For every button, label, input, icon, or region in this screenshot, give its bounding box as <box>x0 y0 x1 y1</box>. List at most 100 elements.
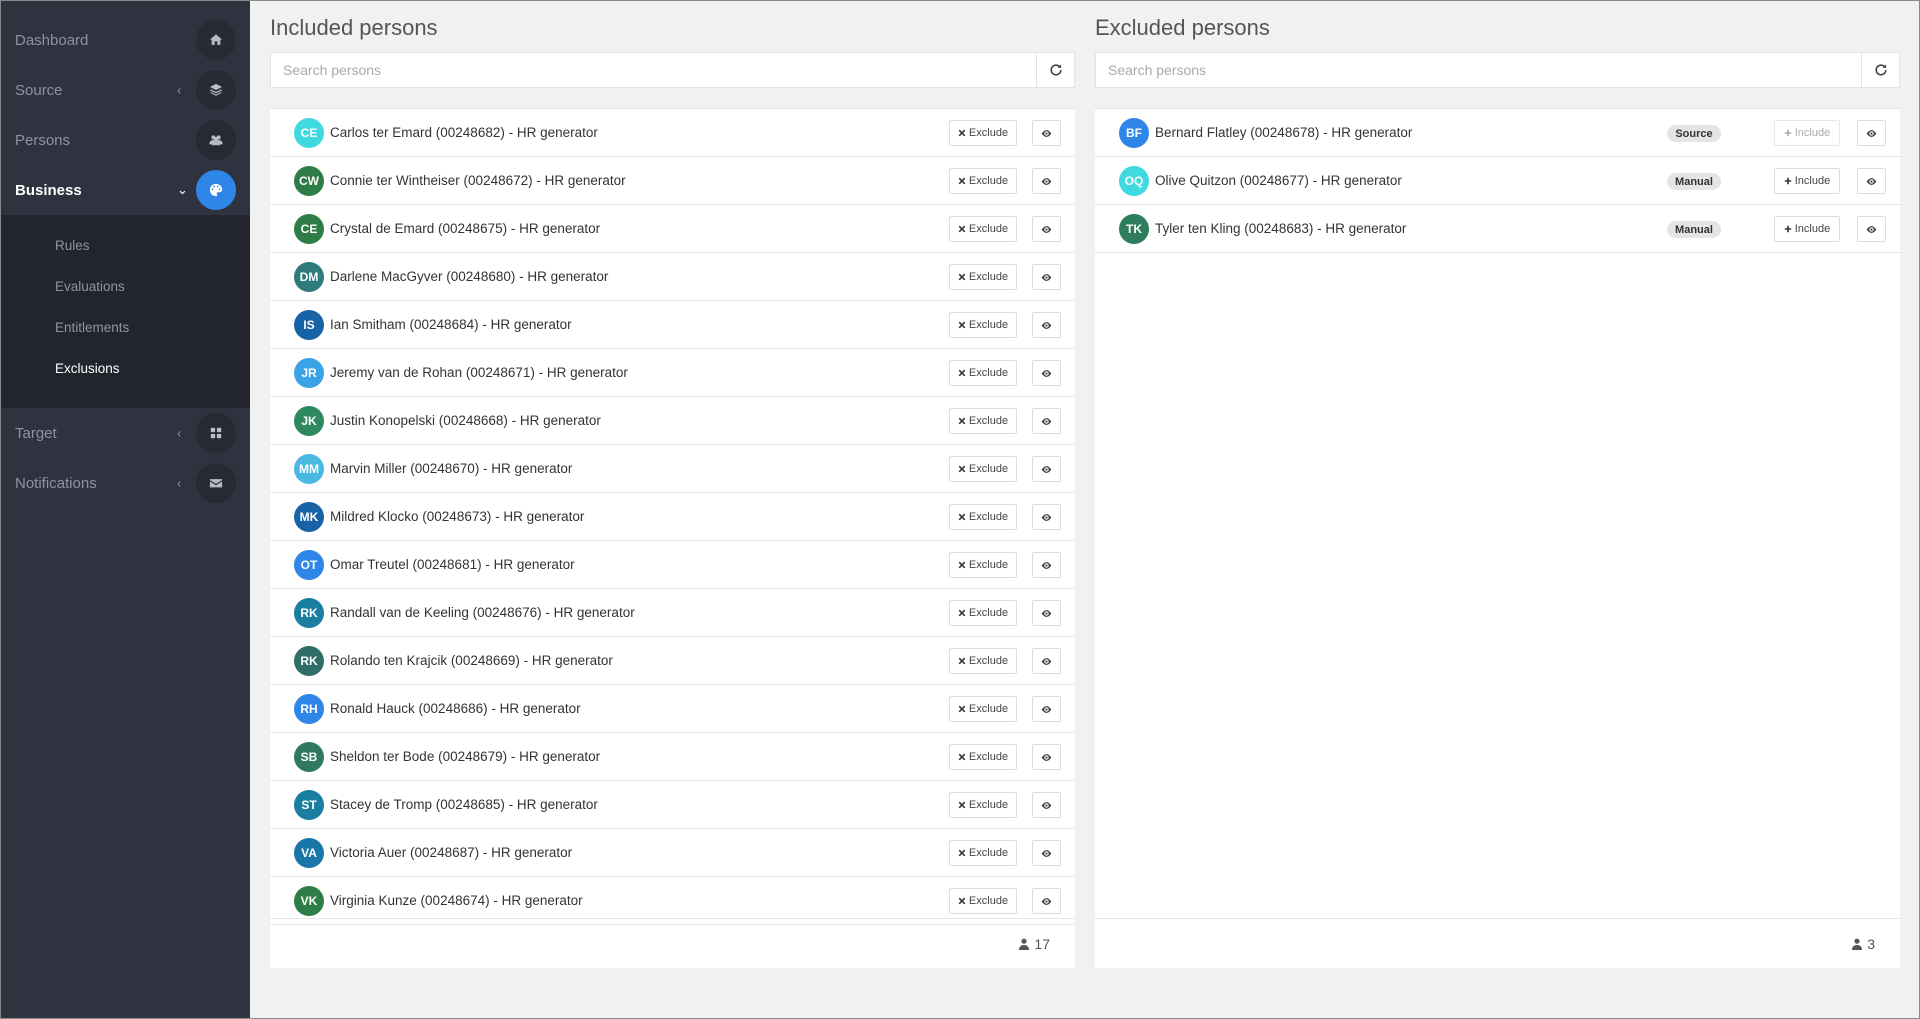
sidebar-item-notifications[interactable]: Notifications ‹ <box>0 458 250 508</box>
view-person-button[interactable] <box>1032 264 1061 290</box>
avatar: CE <box>294 118 324 148</box>
view-person-button[interactable] <box>1032 648 1061 674</box>
include-button[interactable]: Include <box>1774 216 1840 242</box>
view-person-button[interactable] <box>1032 696 1061 722</box>
sidebar-item-business[interactable]: Business ⌄ <box>0 165 250 215</box>
view-person-button[interactable] <box>1032 552 1061 578</box>
exclude-button[interactable]: Exclude <box>949 600 1017 626</box>
exclude-button[interactable]: Exclude <box>949 744 1017 770</box>
exclude-button-label: Exclude <box>968 175 1009 187</box>
avatar: CE <box>294 214 324 244</box>
subnav-item-rules[interactable]: Rules <box>0 225 250 266</box>
avatar: JK <box>294 406 324 436</box>
person-label: Victoria Auer (00248687) - HR generator <box>330 845 573 860</box>
person-label: Sheldon ter Bode (00248679) - HR generat… <box>330 749 601 764</box>
eye-icon <box>1041 705 1052 713</box>
subnav-item-entitlements[interactable]: Entitlements <box>0 307 250 348</box>
eye-icon <box>1041 849 1052 857</box>
exclude-button-label: Exclude <box>968 319 1009 331</box>
sidebar-item-source[interactable]: Source ‹ <box>0 65 250 115</box>
view-person-button[interactable] <box>1032 840 1061 866</box>
view-person-button[interactable] <box>1032 504 1061 530</box>
view-person-button[interactable] <box>1032 120 1061 146</box>
included-search-input[interactable] <box>270 52 1037 88</box>
exclude-button[interactable]: Exclude <box>949 504 1017 530</box>
times-icon <box>958 177 966 185</box>
times-icon <box>958 273 966 281</box>
exclude-button-label: Exclude <box>968 271 1009 283</box>
include-button[interactable]: Include <box>1774 120 1840 146</box>
subnav-item-exclusions[interactable]: Exclusions <box>0 348 250 389</box>
view-person-button[interactable] <box>1857 216 1886 242</box>
view-person-button[interactable] <box>1857 168 1886 194</box>
included-person-row: MM Marvin Miller (00248670) - HR generato… <box>270 445 1075 493</box>
person-label: Randall van de Keeling (00248676) - HR g… <box>330 605 635 620</box>
included-person-row: CE Crystal de Emard (00248675) - HR gener… <box>270 205 1075 253</box>
included-person-row: RK Randall van de Keeling (00248676) - HR… <box>270 589 1075 637</box>
times-icon <box>958 369 966 377</box>
exclude-button[interactable]: Exclude <box>949 264 1017 290</box>
included-person-row: MK Mildred Klocko (00248673) - HR generat… <box>270 493 1075 541</box>
chevron-left-icon: ‹ <box>177 475 182 491</box>
view-person-button[interactable] <box>1032 744 1061 770</box>
exclude-button[interactable]: Exclude <box>949 120 1017 146</box>
view-person-button[interactable] <box>1032 456 1061 482</box>
sidebar-item-persons[interactable]: Persons <box>0 115 250 165</box>
exclude-button[interactable]: Exclude <box>949 648 1017 674</box>
exclude-button[interactable]: Exclude <box>949 312 1017 338</box>
excluded-refresh-button[interactable] <box>1862 52 1900 88</box>
view-person-button[interactable] <box>1032 792 1061 818</box>
person-label: Ian Smitham (00248684) - HR generator <box>330 317 572 332</box>
view-person-button[interactable] <box>1857 120 1886 146</box>
palette-icon <box>196 170 236 210</box>
eye-icon <box>1041 465 1052 473</box>
plus-icon <box>1784 225 1791 233</box>
exclude-button[interactable]: Exclude <box>949 792 1017 818</box>
included-person-row: CW Connie ter Wintheiser (00248672) - HR … <box>270 157 1075 205</box>
avatar: OQ <box>1119 166 1149 196</box>
view-person-button[interactable] <box>1032 600 1061 626</box>
eye-icon <box>1041 129 1052 137</box>
excluded-person-row: TK Tyler ten Kling (00248683) - HR genera… <box>1095 205 1900 253</box>
exclude-button-label: Exclude <box>968 559 1009 571</box>
included-person-row: CE Carlos ter Emard (00248682) - HR gener… <box>270 109 1075 157</box>
exclusion-source-badge: Manual <box>1667 221 1721 238</box>
exclude-button[interactable]: Exclude <box>949 696 1017 722</box>
view-person-button[interactable] <box>1032 888 1061 914</box>
subnav-item-evaluations[interactable]: Evaluations <box>0 266 250 307</box>
view-person-button[interactable] <box>1032 216 1061 242</box>
avatar: IS <box>294 310 324 340</box>
avatar: SB <box>294 742 324 772</box>
excluded-search-input[interactable] <box>1095 52 1862 88</box>
exclude-button[interactable]: Exclude <box>949 168 1017 194</box>
times-icon <box>958 657 966 665</box>
envelope-icon <box>196 463 236 503</box>
times-icon <box>958 513 966 521</box>
view-person-button[interactable] <box>1032 312 1061 338</box>
exclude-button[interactable]: Exclude <box>949 408 1017 434</box>
view-person-button[interactable] <box>1032 168 1061 194</box>
view-person-button[interactable] <box>1032 360 1061 386</box>
included-search-row <box>270 52 1075 88</box>
sidebar-item-dashboard[interactable]: Dashboard <box>0 15 250 65</box>
exclude-button[interactable]: Exclude <box>949 888 1017 914</box>
person-label: Ronald Hauck (00248686) - HR generator <box>330 701 581 716</box>
chevron-left-icon: ‹ <box>177 82 182 98</box>
excluded-persons-panel: Excluded persons BF Bernard Flatley (0024… <box>1095 0 1900 968</box>
avatar: BF <box>1119 118 1149 148</box>
avatar: RH <box>294 694 324 724</box>
refresh-icon <box>1874 64 1887 76</box>
sidebar-item-target[interactable]: Target ‹ <box>0 408 250 458</box>
exclude-button[interactable]: Exclude <box>949 456 1017 482</box>
included-refresh-button[interactable] <box>1037 52 1075 88</box>
include-button[interactable]: Include <box>1774 168 1840 194</box>
exclude-button[interactable]: Exclude <box>949 216 1017 242</box>
included-person-row: IS Ian Smitham (00248684) - HR generator E… <box>270 301 1075 349</box>
view-person-button[interactable] <box>1032 408 1061 434</box>
exclude-button[interactable]: Exclude <box>949 840 1017 866</box>
exclude-button[interactable]: Exclude <box>949 552 1017 578</box>
times-icon <box>958 225 966 233</box>
users-icon <box>196 120 236 160</box>
exclude-button[interactable]: Exclude <box>949 360 1017 386</box>
exclude-button-label: Exclude <box>968 511 1009 523</box>
